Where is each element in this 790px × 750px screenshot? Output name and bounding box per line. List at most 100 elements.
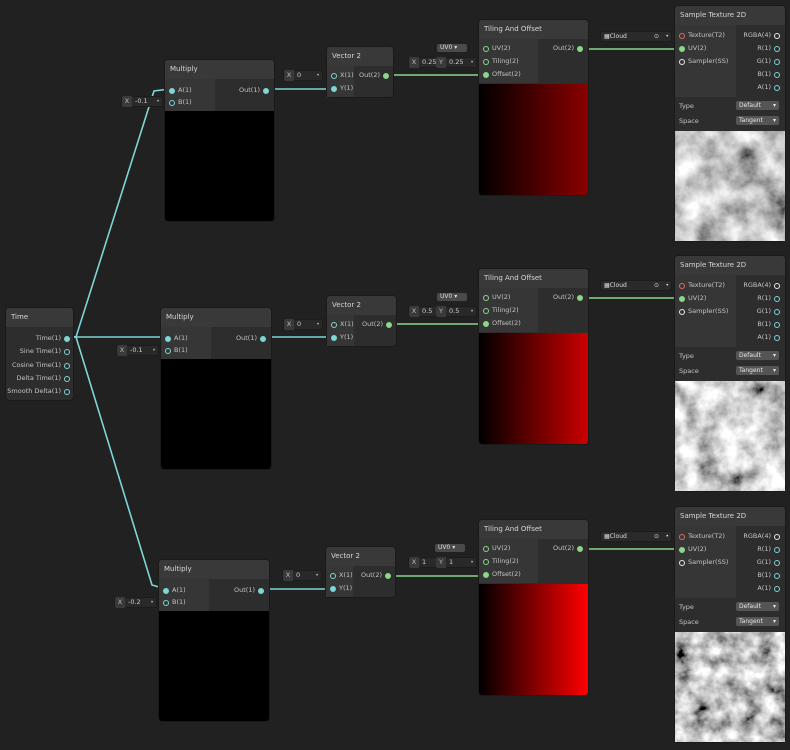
vector2-2-x-field[interactable]: X 0 • <box>283 319 323 330</box>
port-icon[interactable] <box>679 295 685 302</box>
port-icon[interactable] <box>774 546 780 553</box>
output-out[interactable]: Out(1) <box>234 585 264 595</box>
uv-channel-dropdown[interactable]: UV0 ▾ <box>437 44 467 52</box>
port-icon[interactable] <box>679 58 685 65</box>
output-out[interactable]: Out(1) <box>239 85 269 95</box>
port-icon[interactable] <box>64 375 70 382</box>
output-g[interactable]: G(1) <box>757 306 780 316</box>
port-icon[interactable] <box>774 585 780 592</box>
output-a[interactable]: A(1) <box>757 332 780 342</box>
input-uv[interactable]: UV(2) <box>483 292 510 302</box>
port-icon[interactable] <box>263 87 269 94</box>
port-icon[interactable] <box>386 321 392 328</box>
port-icon[interactable] <box>774 58 780 65</box>
port-icon[interactable] <box>483 558 489 565</box>
type-dropdown[interactable]: Default ▾ <box>736 101 779 110</box>
input-x[interactable]: X(1) <box>331 319 354 329</box>
texture-field[interactable]: ▦Cloud ⊙ • <box>600 531 672 542</box>
input-texture[interactable]: Texture(T2) <box>679 30 725 40</box>
port-icon[interactable] <box>679 559 685 566</box>
port-icon[interactable] <box>483 71 489 78</box>
output-rgba[interactable]: RGBA(4) <box>743 30 780 40</box>
input-x[interactable]: X(1) <box>330 570 353 580</box>
output-out[interactable]: Out(2) <box>361 570 391 580</box>
texture-field[interactable]: ▦Cloud ⊙ • <box>600 280 672 291</box>
input-offset[interactable]: Offset(2) <box>483 318 521 328</box>
port-icon[interactable] <box>577 545 583 552</box>
output-out[interactable]: Out(1) <box>236 333 266 343</box>
port-icon[interactable] <box>165 335 171 342</box>
port-icon[interactable] <box>260 335 266 342</box>
output-rgba[interactable]: RGBA(4) <box>743 280 780 290</box>
input-tiling[interactable]: Tiling(2) <box>483 56 519 66</box>
port-icon[interactable] <box>774 308 780 315</box>
input-a[interactable]: A(1) <box>169 85 192 95</box>
port-icon[interactable] <box>774 71 780 78</box>
port-icon[interactable] <box>679 282 685 289</box>
type-dropdown[interactable]: Default ▾ <box>736 351 779 360</box>
port-icon[interactable] <box>385 572 391 579</box>
port-icon[interactable] <box>774 84 780 91</box>
output-sine-time[interactable]: Sine Time(1) <box>20 346 70 356</box>
tiling-offset-node-2[interactable]: Tiling And Offset UV(2) Tiling(2) Offset… <box>479 269 588 444</box>
port-icon[interactable] <box>577 45 583 52</box>
sample-texture-node-3[interactable]: Sample Texture 2D Texture(T2) UV(2) Samp… <box>675 507 785 742</box>
tiling-2-vector-field[interactable]: X 0.5 Y 0.5 • <box>408 306 477 317</box>
port-icon[interactable] <box>774 334 780 341</box>
input-sampler[interactable]: Sampler(SS) <box>679 306 728 316</box>
output-g[interactable]: G(1) <box>757 56 780 66</box>
input-a[interactable]: A(1) <box>163 585 186 595</box>
input-b[interactable]: B(1) <box>169 97 192 107</box>
output-cosine-time[interactable]: Cosine Time(1) <box>12 360 70 370</box>
port-icon[interactable] <box>774 533 780 540</box>
port-icon[interactable] <box>331 72 337 79</box>
port-icon[interactable] <box>64 335 70 342</box>
input-offset[interactable]: Offset(2) <box>483 569 521 579</box>
port-icon[interactable] <box>774 321 780 328</box>
multiply-2-b-field[interactable]: X -0.1 • <box>116 345 159 356</box>
port-icon[interactable] <box>774 45 780 52</box>
input-uv[interactable]: UV(2) <box>679 544 706 554</box>
input-uv[interactable]: UV(2) <box>679 43 706 53</box>
port-icon[interactable] <box>163 599 169 606</box>
port-icon[interactable] <box>483 320 489 327</box>
multiply-3-b-field[interactable]: X -0.2 • <box>114 597 157 608</box>
uv-channel-dropdown[interactable]: UV0 ▾ <box>435 544 465 552</box>
uv-channel-dropdown[interactable]: UV0 ▾ <box>437 293 467 301</box>
port-icon[interactable] <box>483 294 489 301</box>
input-offset[interactable]: Offset(2) <box>483 69 521 79</box>
port-icon[interactable] <box>577 294 583 301</box>
output-delta-time[interactable]: Delta Time(1) <box>16 373 70 383</box>
output-out[interactable]: Out(2) <box>362 319 392 329</box>
multiply-node-3[interactable]: Multiply A(1) B(1) Out(1) <box>159 560 269 721</box>
input-x[interactable]: X(1) <box>331 70 354 80</box>
port-icon[interactable] <box>258 587 264 594</box>
input-texture[interactable]: Texture(T2) <box>679 280 725 290</box>
port-icon[interactable] <box>64 348 70 355</box>
output-r[interactable]: R(1) <box>757 544 780 554</box>
port-icon[interactable] <box>483 545 489 552</box>
port-icon[interactable] <box>679 45 685 52</box>
target-icon[interactable]: ⊙ <box>654 32 659 41</box>
output-a[interactable]: A(1) <box>757 82 780 92</box>
tiling-1-vector-field[interactable]: X 0.25 Y 0.25 • <box>408 57 477 68</box>
port-icon[interactable] <box>774 559 780 566</box>
multiply-node-2[interactable]: Multiply A(1) B(1) Out(1) <box>161 308 271 469</box>
port-icon[interactable] <box>483 571 489 578</box>
target-icon[interactable]: ⊙ <box>654 281 659 290</box>
output-r[interactable]: R(1) <box>757 43 780 53</box>
input-b[interactable]: B(1) <box>163 597 186 607</box>
input-y[interactable]: Y(1) <box>331 83 353 93</box>
texture-field[interactable]: ▦Cloud ⊙ • <box>600 31 672 42</box>
input-sampler[interactable]: Sampler(SS) <box>679 56 728 66</box>
input-y[interactable]: Y(1) <box>331 332 353 342</box>
vector2-1-x-field[interactable]: X 0 • <box>283 70 323 81</box>
output-out[interactable]: Out(2) <box>553 543 583 553</box>
port-icon[interactable] <box>64 362 70 369</box>
input-tiling[interactable]: Tiling(2) <box>483 556 519 566</box>
port-icon[interactable] <box>774 32 780 39</box>
output-a[interactable]: A(1) <box>757 583 780 593</box>
space-dropdown[interactable]: Tangent ▾ <box>736 617 779 626</box>
sample-texture-node-2[interactable]: Sample Texture 2D Texture(T2) UV(2) Samp… <box>675 256 785 491</box>
output-b[interactable]: B(1) <box>757 570 780 580</box>
